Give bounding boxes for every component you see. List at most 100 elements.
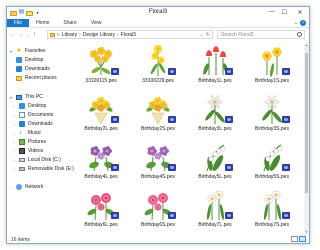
file-tile[interactable]: Birthday4L.pes bbox=[81, 139, 121, 181]
nav-pc-documents[interactable]: › Documents bbox=[12, 111, 53, 119]
address-box[interactable]: « Library › Design Library › Floral3 ⌄ ↻ bbox=[47, 30, 213, 39]
chevron-down-icon[interactable]: ▾ bbox=[9, 49, 13, 54]
address-dropdown-button[interactable]: ⌄ bbox=[200, 31, 203, 39]
file-tile[interactable]: Birthday6L.pes bbox=[81, 187, 121, 229]
file-tile[interactable]: Birthday4S.pes bbox=[138, 139, 178, 181]
nav-label: Desktop bbox=[25, 57, 44, 63]
breadcrumb-floral3[interactable]: Floral3 bbox=[121, 32, 136, 38]
file-tile[interactable]: 33100229.pes bbox=[138, 43, 178, 85]
up-button[interactable]: ↑ bbox=[30, 30, 38, 39]
tab-view[interactable]: View bbox=[84, 19, 109, 27]
chevron-right-icon[interactable]: › bbox=[12, 149, 16, 154]
removable-drive-icon bbox=[19, 167, 25, 171]
file-tile[interactable]: Birthday5L.pes bbox=[195, 139, 235, 181]
navigation-pane: ▾ ★ Favorites Desktop Downloads Recent p… bbox=[7, 43, 74, 235]
chevron-right-icon[interactable]: › bbox=[12, 167, 16, 172]
scroll-thumb[interactable] bbox=[305, 53, 308, 193]
tab-share[interactable]: Share bbox=[56, 19, 83, 27]
scroll-up-arrow[interactable]: ▲ bbox=[304, 43, 309, 48]
details-view-button[interactable] bbox=[291, 236, 298, 242]
breadcrumb-overflow[interactable]: « bbox=[57, 32, 60, 38]
file-tile[interactable]: Birthday2S.pes bbox=[138, 91, 178, 133]
nav-label: Music bbox=[28, 130, 42, 136]
file-tile[interactable]: Birthday2L.pes bbox=[81, 91, 121, 133]
nav-pc-videos[interactable]: › Videos bbox=[12, 147, 43, 155]
file-tile[interactable]: Birthday1L.pes bbox=[195, 43, 235, 85]
drive-icon bbox=[19, 158, 25, 162]
breadcrumb-separator[interactable]: › bbox=[79, 32, 81, 38]
pes-file-icon bbox=[282, 116, 290, 123]
view-buttons bbox=[291, 236, 306, 242]
nav-label: Local Disk (C:) bbox=[28, 157, 61, 163]
pes-file-icon bbox=[111, 212, 119, 219]
file-tile[interactable]: Birthday7L.pes bbox=[195, 187, 235, 229]
chevron-down-icon[interactable]: ⌄ bbox=[294, 20, 298, 26]
chevron-right-icon[interactable]: › bbox=[9, 185, 13, 190]
chevron-right-icon[interactable]: › bbox=[12, 140, 16, 145]
forward-button[interactable]: → bbox=[17, 30, 25, 39]
minimize-button[interactable]: — bbox=[265, 7, 278, 17]
pes-file-icon bbox=[225, 212, 233, 219]
nav-label: Pictures bbox=[28, 139, 47, 145]
refresh-button[interactable]: ↻ bbox=[206, 31, 210, 39]
maximize-button[interactable]: ☐ bbox=[278, 7, 291, 17]
pes-file-icon bbox=[168, 212, 176, 219]
close-button[interactable]: ✕ bbox=[291, 7, 309, 17]
chevron-right-icon[interactable]: › bbox=[12, 158, 16, 163]
file-name: Birthday2L.pes bbox=[84, 126, 118, 132]
chevron-right-icon[interactable]: › bbox=[12, 104, 16, 109]
pes-file-icon bbox=[225, 68, 233, 75]
file-name: Birthday4S.pes bbox=[141, 174, 175, 180]
chevron-right-icon[interactable]: › bbox=[12, 122, 16, 127]
file-tile[interactable]: Birthday7S.pes bbox=[252, 187, 292, 229]
nav-pc-desktop[interactable]: › Desktop bbox=[12, 102, 46, 110]
search-icon[interactable] bbox=[297, 32, 302, 37]
search-box[interactable] bbox=[217, 30, 305, 39]
large-icons-view-button[interactable] bbox=[299, 236, 306, 242]
nav-favorites[interactable]: ▾ ★ Favorites bbox=[9, 47, 46, 55]
breadcrumb-library[interactable]: Library bbox=[62, 32, 77, 38]
vertical-scrollbar[interactable]: ▲ ▼ bbox=[304, 43, 309, 235]
pes-file-icon bbox=[282, 212, 290, 219]
nav-label: Desktop bbox=[28, 103, 47, 109]
ribbon-right-controls: ⌄ ? bbox=[294, 19, 309, 27]
downloads-icon bbox=[16, 66, 22, 72]
nav-pc-music[interactable]: › ♪ Music bbox=[12, 129, 41, 137]
back-button[interactable]: ← bbox=[9, 30, 17, 39]
nav-favorites-downloads[interactable]: Downloads bbox=[16, 65, 50, 73]
nav-pc-removable-disk[interactable]: › Removable Disk (E:) bbox=[12, 165, 74, 173]
chevron-right-icon[interactable]: › bbox=[12, 131, 16, 136]
nav-favorites-desktop[interactable]: Desktop bbox=[16, 56, 43, 64]
file-name: Birthday1L.pes bbox=[198, 78, 232, 84]
file-tile[interactable]: 33100115.pes bbox=[81, 43, 121, 85]
help-icon[interactable]: ? bbox=[300, 20, 306, 26]
file-explorer-window: ▤ ▾ Floral3 — ☐ ✕ File Home Share View ⌄… bbox=[6, 6, 310, 244]
file-tile[interactable]: Birthday1S.pes bbox=[252, 43, 292, 85]
chevron-right-icon[interactable]: › bbox=[12, 113, 16, 118]
chevron-down-icon[interactable]: ▾ bbox=[9, 95, 13, 100]
recent-places-icon bbox=[16, 75, 22, 81]
file-name: Birthday7S.pes bbox=[255, 222, 289, 228]
nav-pc-local-disk[interactable]: › Local Disk (C:) bbox=[12, 156, 61, 164]
file-tile[interactable]: Birthday6S.pes bbox=[138, 187, 178, 229]
computer-icon bbox=[16, 94, 22, 100]
file-name: Birthday6L.pes bbox=[84, 222, 118, 228]
pes-file-icon bbox=[225, 116, 233, 123]
nav-pc-downloads[interactable]: › Downloads bbox=[12, 120, 53, 128]
nav-network[interactable]: › Network bbox=[9, 183, 43, 191]
tab-home[interactable]: Home bbox=[29, 19, 56, 27]
file-tile[interactable]: Birthday3S.pes bbox=[252, 91, 292, 133]
nav-pc-pictures[interactable]: › Pictures bbox=[12, 138, 46, 146]
videos-icon bbox=[19, 148, 25, 154]
nav-favorites-recent[interactable]: Recent places bbox=[16, 74, 57, 82]
file-tile[interactable]: Birthday3L.pes bbox=[195, 91, 235, 133]
pictures-icon bbox=[19, 139, 25, 145]
breadcrumb-separator[interactable]: › bbox=[117, 32, 119, 38]
window-controls: — ☐ ✕ bbox=[265, 7, 309, 17]
tab-file[interactable]: File bbox=[7, 19, 30, 27]
search-input[interactable] bbox=[221, 31, 295, 38]
file-tile[interactable]: Birthday5S.pes bbox=[252, 139, 292, 181]
nav-this-pc[interactable]: ▾ This PC bbox=[9, 93, 43, 101]
breadcrumb-design-library[interactable]: Design Library bbox=[83, 32, 115, 38]
pes-file-icon bbox=[282, 164, 290, 171]
